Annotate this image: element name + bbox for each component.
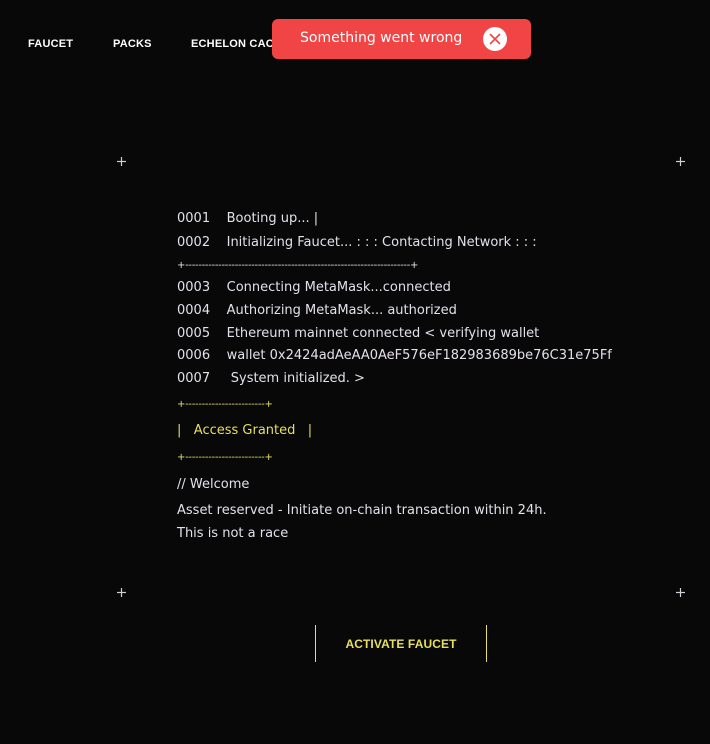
nav-item-faucet[interactable]: FAUCET (28, 38, 73, 50)
message-line-1: Asset reserved - Initiate on-chain trans… (177, 503, 547, 518)
message-line-2: This is not a race (177, 526, 289, 541)
close-circle-icon[interactable] (483, 27, 507, 51)
log-line-0003: 0003 Connecting MetaMask...connected (177, 280, 451, 295)
activate-faucet-button[interactable]: ACTIVATE FAUCET (315, 625, 487, 662)
corner-plus-icon-top-left (117, 157, 126, 166)
log-line-0005: 0005 Ethereum mainnet connected < verify… (177, 326, 540, 341)
log-line-0004: 0004 Authorizing MetaMask... authorized (177, 303, 457, 318)
access-granted-label: | Access Granted | (177, 423, 313, 438)
access-box-top-border: +------------------------+ (177, 399, 273, 410)
log-line-0001: 0001 Booting up... | (177, 211, 319, 226)
toast-message: Something went wrong (300, 30, 463, 46)
separator-line: +---------------------------------------… (177, 260, 419, 271)
nav-item-packs[interactable]: PACKS (113, 38, 152, 50)
log-line-0006: 0006 wallet 0x2424adAeAA0AeF576eF1829836… (177, 348, 612, 363)
log-line-0007: 0007 System initialized. > (177, 371, 365, 386)
corner-plus-icon-bottom-left (117, 588, 126, 597)
log-line-0002: 0002 Initializing Faucet... : : : Contac… (177, 235, 537, 250)
access-box-bottom-border: +------------------------+ (177, 452, 273, 463)
welcome-comment: // Welcome (177, 477, 250, 492)
nav-item-echelon-cache[interactable]: ECHELON CAC (191, 38, 274, 50)
corner-plus-icon-top-right (676, 157, 685, 166)
error-toast: Something went wrong (272, 19, 531, 59)
activate-faucet-label: ACTIVATE FAUCET (345, 636, 457, 651)
corner-plus-icon-bottom-right (676, 588, 685, 597)
